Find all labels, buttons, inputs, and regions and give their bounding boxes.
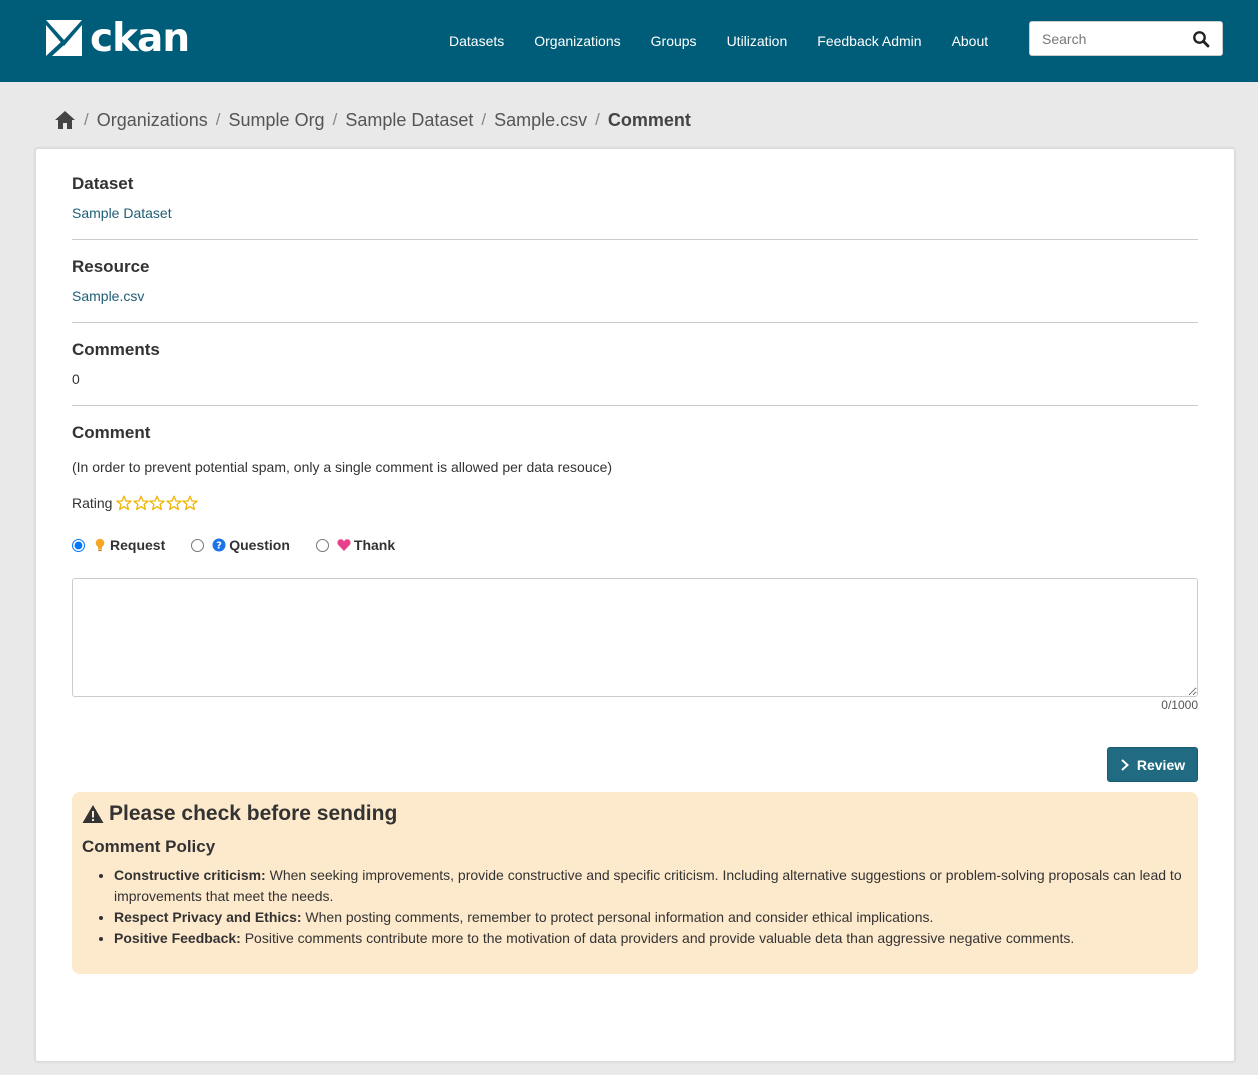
review-label: Review xyxy=(1136,756,1186,773)
warning-triangle-icon xyxy=(82,805,104,823)
breadcrumb-separator: / xyxy=(215,110,221,129)
nav-groups[interactable]: Groups xyxy=(636,25,712,57)
ckan-logo[interactable]: ckan xyxy=(46,15,190,61)
star-outline-icon[interactable] xyxy=(116,495,133,511)
question-circle-icon: ? xyxy=(212,538,226,552)
request-radio[interactable] xyxy=(72,538,85,552)
policy-list: Constructive criticism: When seeking imp… xyxy=(82,865,1188,949)
breadcrumb-separator: / xyxy=(84,110,89,129)
comment-heading: Comment xyxy=(72,423,151,442)
comments-heading: Comments xyxy=(72,340,160,359)
resource-section: Resource Sample.csv xyxy=(72,257,1198,304)
thank-label: Thank xyxy=(353,537,396,553)
ckan-logo-icon xyxy=(46,20,82,56)
breadcrumb-separator: / xyxy=(481,110,487,129)
logo-text: ckan xyxy=(90,15,190,61)
spam-note: (In order to prevent potential spam, onl… xyxy=(72,459,613,475)
breadcrumb-separator: / xyxy=(595,110,600,129)
nav-datasets[interactable]: Datasets xyxy=(434,25,519,57)
char-counter: 0/1000 xyxy=(1161,698,1198,712)
breadcrumb-separator: / xyxy=(332,110,338,129)
policy-term: Respect Privacy and Ethics: xyxy=(114,909,302,925)
heart-icon xyxy=(337,539,351,551)
comment-policy-box: Please check before sending Comment Poli… xyxy=(72,792,1198,974)
policy-text: Positive comments contribute more to the… xyxy=(240,930,1075,946)
chevron-right-icon xyxy=(1121,758,1129,771)
breadcrumb: / Organizations / Sumple Org / Sample Da… xyxy=(54,107,691,133)
search-input[interactable] xyxy=(1030,22,1180,55)
rating-stars xyxy=(116,495,199,511)
star-outline-icon[interactable] xyxy=(182,495,199,511)
lightbulb-icon xyxy=(95,538,105,552)
rating-row: Rating xyxy=(72,495,1198,511)
main-card: Dataset Sample Dataset Resource Sample.c… xyxy=(35,148,1235,1062)
policy-text: When posting comments, remember to prote… xyxy=(301,909,934,925)
category-request[interactable]: Request xyxy=(72,537,165,553)
breadcrumb-resource[interactable]: Sample.csv xyxy=(494,110,587,131)
main-nav: Datasets Organizations Groups Utilizatio… xyxy=(434,0,1003,82)
site-header: ckan Datasets Organizations Groups Utili… xyxy=(0,0,1258,82)
comment-form-section: Comment xyxy=(72,423,1198,443)
home-icon[interactable] xyxy=(54,110,76,130)
divider xyxy=(72,405,1198,406)
policy-item: Positive Feedback: Positive comments con… xyxy=(114,928,1188,949)
nav-utilization[interactable]: Utilization xyxy=(712,25,803,57)
policy-subtitle: Comment Policy xyxy=(82,837,216,856)
comments-count: 0 xyxy=(72,371,80,387)
comments-count-section: Comments 0 xyxy=(72,340,1198,387)
breadcrumb-organizations[interactable]: Organizations xyxy=(97,110,208,131)
category-thank[interactable]: Thank xyxy=(315,537,396,553)
policy-term: Constructive criticism: xyxy=(114,867,266,883)
request-label: Request xyxy=(110,537,166,553)
search-icon[interactable] xyxy=(1192,30,1210,48)
divider xyxy=(72,239,1198,240)
policy-item: Respect Privacy and Ethics: When posting… xyxy=(114,907,1188,928)
comment-textarea[interactable] xyxy=(72,578,1198,697)
policy-text: When seeking improvements, provide const… xyxy=(114,867,1182,904)
star-outline-icon[interactable] xyxy=(133,495,149,511)
dataset-heading: Dataset xyxy=(72,174,134,193)
divider xyxy=(72,322,1198,323)
policy-title-text: Please check before sending xyxy=(109,802,398,825)
breadcrumb-dataset[interactable]: Sample Dataset xyxy=(345,110,473,131)
policy-title: Please check before sending xyxy=(82,802,1188,826)
question-label: Question xyxy=(229,537,290,553)
category-question[interactable]: ? Question xyxy=(191,537,290,553)
search-box xyxy=(1029,21,1223,56)
policy-term: Positive Feedback: xyxy=(114,930,241,946)
review-button[interactable]: Review xyxy=(1107,747,1198,782)
thank-radio[interactable] xyxy=(315,538,329,552)
star-outline-icon[interactable] xyxy=(166,495,182,511)
question-radio[interactable] xyxy=(191,538,205,552)
star-outline-icon[interactable] xyxy=(149,495,166,511)
rating-label: Rating xyxy=(72,495,113,511)
resource-link[interactable]: Sample.csv xyxy=(72,288,144,304)
nav-feedback-admin[interactable]: Feedback Admin xyxy=(802,25,936,57)
category-radios: Request ? Question Thank xyxy=(72,537,1198,553)
nav-about[interactable]: About xyxy=(937,25,1004,57)
breadcrumb-org[interactable]: Sumple Org xyxy=(229,110,325,131)
resource-heading: Resource xyxy=(72,257,150,276)
svg-text:?: ? xyxy=(216,541,222,552)
dataset-section: Dataset Sample Dataset xyxy=(72,174,1198,221)
breadcrumb-current: Comment xyxy=(607,109,691,130)
policy-item: Constructive criticism: When seeking imp… xyxy=(114,865,1188,907)
nav-organizations[interactable]: Organizations xyxy=(519,25,635,57)
dataset-link[interactable]: Sample Dataset xyxy=(72,205,172,221)
